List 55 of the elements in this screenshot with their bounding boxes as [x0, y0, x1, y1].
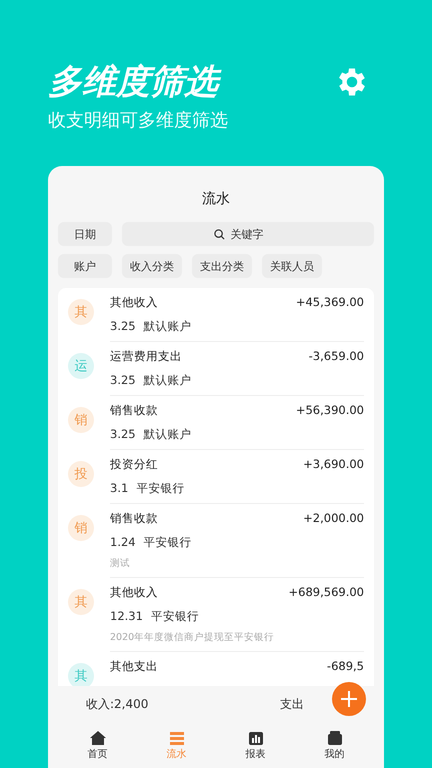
- bar-chart-icon: [248, 730, 264, 744]
- entry-date: 3.25: [110, 427, 136, 442]
- entry-account: 平安银行: [136, 481, 184, 496]
- filter-chip[interactable]: 账户: [58, 254, 112, 278]
- entry-name: 运营费用支出: [110, 349, 182, 365]
- category-avatar: 其: [68, 299, 94, 325]
- entry-name: 销售收款: [110, 403, 158, 419]
- search-icon: [214, 228, 224, 240]
- category-avatar: 销: [68, 515, 94, 541]
- search-field[interactable]: 关键字: [228, 226, 282, 242]
- category-avatar: 其: [68, 663, 94, 686]
- entry-amount: +689,569.00: [288, 585, 364, 601]
- page-title: 多维度筛选: [48, 60, 228, 104]
- entry-name: 其他支出: [110, 659, 158, 675]
- plus-icon: [340, 690, 358, 708]
- entry-name: 其他收入: [110, 295, 158, 311]
- entry-name: 销售收款: [110, 511, 158, 527]
- entry-date: 1.24: [110, 535, 136, 550]
- category-avatar: 运: [68, 353, 94, 379]
- entry-name: 其他收入: [110, 585, 158, 601]
- entry-account: 平安银行: [150, 609, 199, 624]
- entry-amount: -3,659.00: [308, 349, 364, 365]
- page-subtitle: 收支明细可多维度筛选: [48, 109, 228, 132]
- category-avatar: 投: [68, 461, 94, 487]
- entry-amount: +2,000.00: [303, 511, 364, 527]
- filter-chip[interactable]: 关联人员: [262, 254, 322, 278]
- filter-chip[interactable]: 收入分类: [122, 254, 182, 278]
- income-total: 收入:2,400: [86, 696, 148, 713]
- entry-account: 默认账户: [144, 319, 192, 334]
- wallet-icon: [326, 730, 342, 744]
- entry-date: 3.1: [110, 481, 128, 496]
- nav-tab[interactable]: 报表: [246, 730, 266, 760]
- nav-tab[interactable]: 我的: [324, 730, 344, 760]
- category-avatar: 其: [68, 589, 94, 615]
- date-filter[interactable]: 日期: [58, 222, 112, 246]
- category-avatar: 销: [68, 407, 94, 433]
- entry-account: 平安银行: [144, 535, 192, 550]
- screen-title: 流水: [201, 190, 231, 209]
- entry-note: 2020年年度微信商户提现至平安银行: [110, 631, 276, 644]
- entry-date: 3.25: [110, 319, 136, 334]
- filter-chip[interactable]: 支出分类: [192, 254, 252, 278]
- list-icon: [168, 730, 184, 744]
- entry-amount: -689,5: [326, 659, 364, 675]
- entry-date: 12.31: [110, 609, 143, 624]
- entry-name: 投资分红: [110, 457, 158, 473]
- entry-date: 3.25: [110, 373, 136, 388]
- entry-note: 测试: [110, 557, 131, 570]
- entry-amount: +45,369.00: [296, 295, 364, 311]
- entry-amount: +56,390.00: [296, 403, 364, 419]
- entry-account: 默认账户: [144, 373, 192, 388]
- entry-account: 默认账户: [144, 427, 192, 442]
- expense-total: 支出: [280, 696, 304, 713]
- nav-tab[interactable]: 首页: [88, 730, 108, 760]
- house-icon: [90, 730, 106, 744]
- entry-amount: +3,690.00: [303, 457, 364, 473]
